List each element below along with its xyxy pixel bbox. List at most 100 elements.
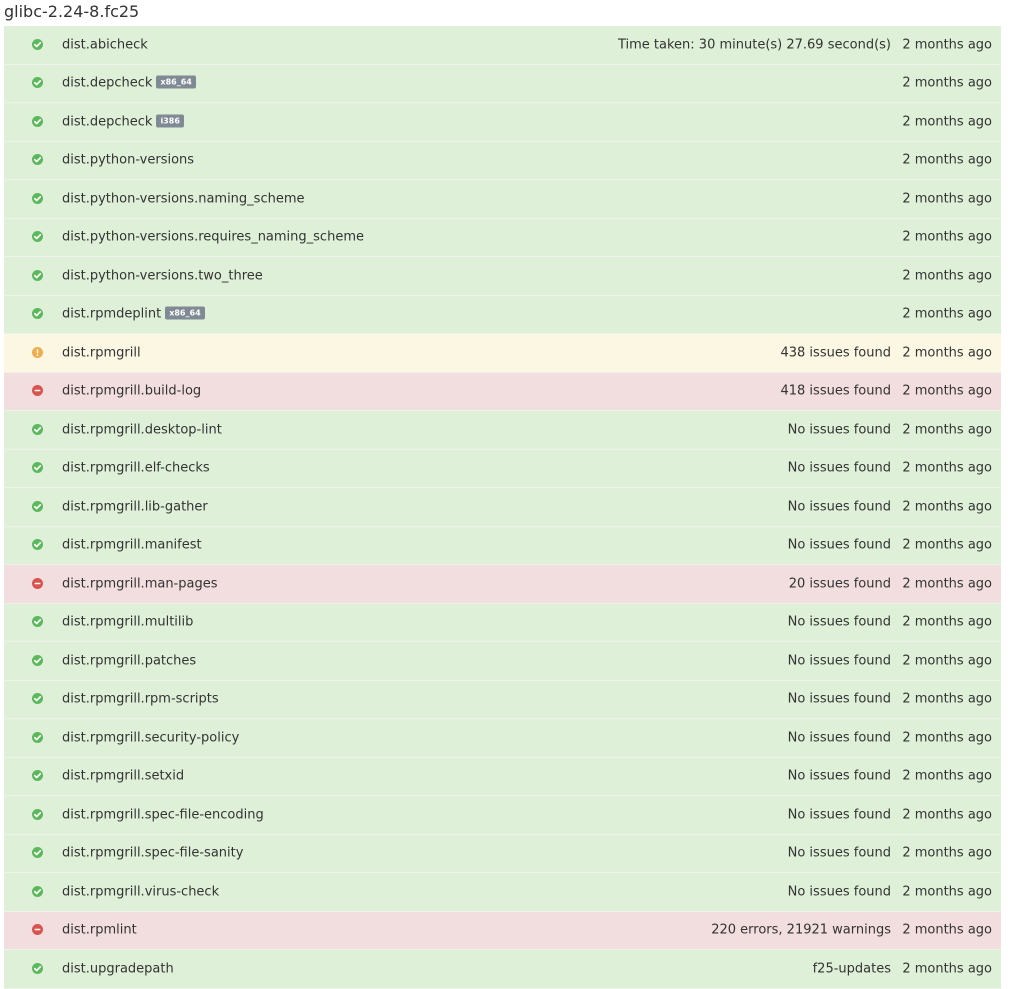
testcase-name[interactable]: dist.rpmgrill.setxid	[62, 769, 184, 784]
result-row[interactable]: dist.rpmgrill.desktop-lint No issues foun…	[4, 411, 1001, 450]
testcase-name[interactable]: dist.python-versions.two_three	[62, 268, 263, 283]
result-row[interactable]: dist.rpmgrill.setxid No issues found 2 mon…	[4, 757, 1001, 796]
result-row[interactable]: dist.rpmgrill.spec-file-encoding No issue…	[4, 796, 1001, 835]
testcase-name[interactable]: dist.rpmdeplint x86_64	[62, 306, 205, 322]
testcase-name[interactable]: dist.rpmgrill.spec-file-encoding	[62, 807, 264, 822]
testcase-name[interactable]: dist.rpmgrill.man-pages	[62, 576, 218, 591]
timestamp: 2 months ago	[902, 730, 992, 746]
status-icon	[32, 269, 43, 281]
result-note: No issues found	[787, 653, 891, 669]
page-title: glibc-2.24-8.fc25	[4, 2, 140, 21]
result-row[interactable]: dist.rpmgrill.security-policy No issues f…	[4, 719, 1001, 758]
status-icon	[32, 770, 43, 782]
result-note: No issues found	[787, 691, 891, 707]
timestamp: 2 months ago	[902, 768, 992, 784]
result-row[interactable]: dist.depcheck i386 2 months ago	[4, 103, 1001, 142]
result-row[interactable]: dist.rpmgrill.build-log 418 issues found 2…	[4, 372, 1001, 411]
testcase-name[interactable]: dist.rpmgrill.rpm-scripts	[62, 692, 219, 707]
timestamp: 2 months ago	[902, 229, 992, 245]
status-icon	[32, 654, 43, 666]
testcase-name[interactable]: dist.python-versions	[62, 153, 194, 168]
result-row[interactable]: dist.rpmgrill.spec-file-sanity No issues …	[4, 834, 1001, 873]
testcase-label: dist.upgradepath	[62, 961, 174, 977]
testcase-label: dist.rpmgrill	[62, 345, 141, 361]
testcase-label: dist.python-versions.requires_naming_sch…	[62, 229, 364, 245]
result-row[interactable]: dist.depcheck x86_64 2 months ago	[4, 64, 1001, 103]
testcase-name[interactable]: dist.rpmgrill.build-log	[62, 384, 201, 399]
result-row[interactable]: dist.rpmgrill.manifest No issues found 2 m…	[4, 526, 1001, 565]
testcase-name[interactable]: dist.rpmgrill.elf-checks	[62, 461, 210, 476]
status-icon	[32, 847, 43, 859]
testcase-name[interactable]: dist.abicheck	[62, 37, 148, 52]
testcase-name[interactable]: dist.rpmlint	[62, 923, 137, 938]
arch-badge: x86_64	[156, 75, 196, 89]
status-icon	[32, 308, 43, 320]
testcase-name[interactable]: dist.python-versions.naming_scheme	[62, 191, 305, 206]
result-note: No issues found	[787, 422, 891, 438]
timestamp: 2 months ago	[902, 268, 992, 284]
testcase-label: dist.rpmgrill.manifest	[62, 537, 202, 553]
testcase-name[interactable]: dist.python-versions.requires_naming_sch…	[62, 230, 364, 245]
result-row[interactable]: dist.rpmgrill.elf-checks No issues found 2…	[4, 449, 1001, 488]
status-icon	[32, 924, 43, 936]
testcase-name[interactable]: dist.rpmgrill.manifest	[62, 538, 202, 553]
result-row[interactable]: dist.rpmgrill.lib-gather No issues found 2…	[4, 488, 1001, 527]
timestamp: 2 months ago	[902, 653, 992, 669]
testcase-name[interactable]: dist.rpmgrill.desktop-lint	[62, 422, 222, 437]
testcase-name[interactable]: dist.rpmgrill.lib-gather	[62, 499, 208, 514]
status-icon	[32, 539, 43, 551]
result-row[interactable]: dist.python-versions.two_three 2 months a…	[4, 257, 1001, 296]
testcase-name[interactable]: dist.rpmgrill.patches	[62, 653, 196, 668]
result-row[interactable]: dist.rpmgrill.patches No issues found 2 mo…	[4, 642, 1001, 681]
result-row[interactable]: dist.rpmdeplint x86_64 2 months ago	[4, 295, 1001, 334]
testcase-label: dist.rpmgrill.multilib	[62, 614, 194, 630]
result-row[interactable]: dist.rpmgrill.rpm-scripts No issues found…	[4, 680, 1001, 719]
testcase-label: dist.rpmgrill.setxid	[62, 768, 185, 784]
status-icon	[32, 808, 43, 820]
result-row[interactable]: dist.abicheck Time taken: 30 minute(s) 27…	[4, 26, 1001, 65]
result-row[interactable]: dist.rpmgrill.virus-check No issues found…	[4, 873, 1001, 912]
timestamp: 2 months ago	[902, 75, 992, 91]
result-row[interactable]: dist.python-versions.naming_scheme 2 mont…	[4, 180, 1001, 219]
testcase-name[interactable]: dist.depcheck x86_64	[62, 75, 196, 91]
result-row[interactable]: dist.python-versions 2 months ago	[4, 141, 1001, 180]
result-row[interactable]: dist.rpmgrill 438 issues found 2 months ag…	[4, 334, 1001, 373]
status-icon	[32, 423, 43, 435]
result-row[interactable]: dist.upgradepath f25-updates 2 months ago	[4, 950, 1001, 989]
testcase-name[interactable]: dist.rpmgrill	[62, 345, 141, 360]
timestamp: 2 months ago	[902, 345, 992, 361]
timestamp: 2 months ago	[902, 383, 992, 399]
testcase-name[interactable]: dist.depcheck i386	[62, 114, 184, 129]
testcase-name[interactable]: dist.rpmgrill.spec-file-sanity	[62, 846, 243, 861]
result-note: Time taken: 30 minute(s) 27.69 second(s)	[617, 37, 891, 53]
testcase-label: dist.depcheck	[62, 75, 153, 91]
status-icon	[32, 115, 43, 127]
testcase-name[interactable]: dist.rpmgrill.security-policy	[62, 730, 239, 745]
timestamp: 2 months ago	[902, 537, 992, 553]
timestamp: 2 months ago	[902, 422, 992, 438]
timestamp: 2 months ago	[902, 691, 992, 707]
testcase-name[interactable]: dist.upgradepath	[62, 961, 174, 976]
result-note: No issues found	[787, 614, 891, 630]
result-row[interactable]: dist.rpmlint 220 errors, 21921 warnings 2 …	[4, 911, 1001, 950]
result-row[interactable]: dist.python-versions.requires_naming_sch…	[4, 218, 1001, 257]
result-note: No issues found	[787, 768, 891, 784]
result-row[interactable]: dist.rpmgrill.man-pages 20 issues found 2 …	[4, 565, 1001, 604]
timestamp: 2 months ago	[902, 961, 992, 977]
testcase-name[interactable]: dist.rpmgrill.virus-check	[62, 884, 219, 899]
result-note: f25-updates	[812, 961, 891, 977]
testcase-name[interactable]: dist.rpmgrill.multilib	[62, 615, 193, 630]
status-icon	[32, 385, 43, 397]
status-icon	[32, 500, 43, 512]
testcase-label: dist.rpmgrill.man-pages	[62, 576, 218, 592]
status-icon	[32, 77, 43, 89]
result-note: No issues found	[787, 845, 891, 861]
status-icon	[32, 731, 43, 743]
result-row[interactable]: dist.rpmgrill.multilib No issues found 2 m…	[4, 603, 1001, 642]
result-note: 220 errors, 21921 warnings	[711, 922, 891, 938]
result-note: 20 issues found	[788, 576, 891, 592]
testcase-label: dist.rpmgrill.spec-file-sanity	[62, 845, 244, 861]
timestamp: 2 months ago	[902, 37, 992, 53]
status-icon	[32, 231, 43, 243]
status-icon	[32, 693, 43, 705]
